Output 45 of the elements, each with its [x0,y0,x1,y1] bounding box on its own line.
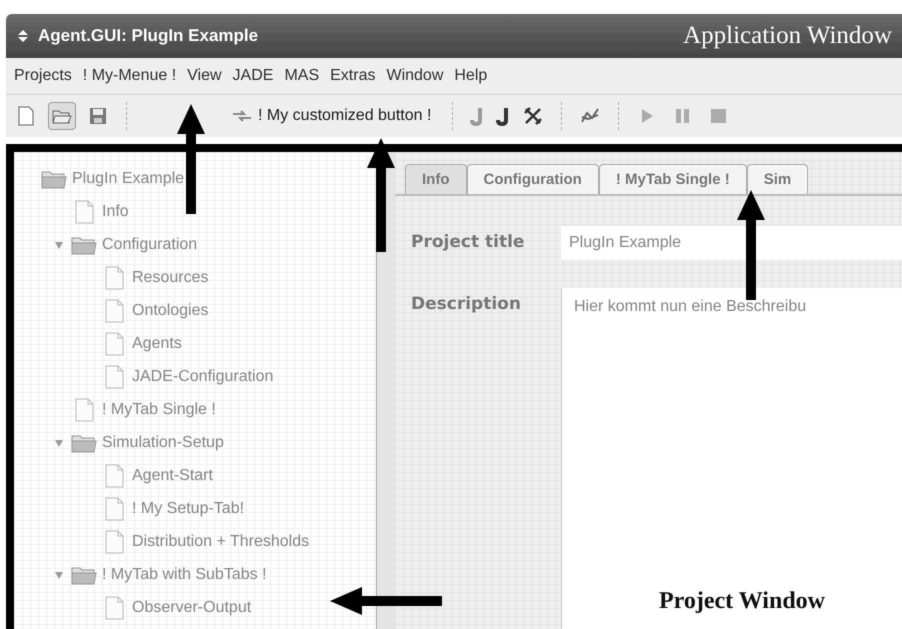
expand-toggle-icon[interactable] [54,438,64,448]
tab[interactable]: Info [405,164,466,194]
app-icon [16,29,30,43]
save-icon [87,105,109,127]
menu-item[interactable]: Extras [330,67,376,85]
description-text: Hier kommt nun eine Beschreibu [574,298,808,316]
field-label: Project title [411,231,526,254]
tree-item[interactable]: Ontologies [132,302,208,320]
swap-arrows-icon [232,109,252,123]
letter-j-icon [496,105,508,127]
expand-toggle-icon[interactable] [54,570,64,580]
tree-item[interactable]: ! MyTab Single ! [102,400,216,418]
annotation-label: Project Window [659,588,826,615]
tree-item[interactable]: ! My Setup-Tab! [132,500,244,518]
tab[interactable]: ! MyTab Single ! [598,164,747,194]
menu-item[interactable]: Projects [14,67,72,85]
menu-item[interactable]: Window [386,67,444,85]
tree-item[interactable]: JADE-Configuration [132,368,274,386]
menu-item[interactable]: View [187,67,222,85]
menu-item[interactable]: ! My-Menue ! [82,67,176,85]
tree-item[interactable]: Configuration [102,236,198,254]
tree-item[interactable]: Info [102,202,129,220]
tree-item[interactable]: Agents [132,334,182,352]
tree-item[interactable]: ! MyTab with SubTabs ! [102,566,267,584]
annotation-label: Application Window [683,22,892,50]
text-area[interactable]: Hier kommt nun eine Beschreibu Project Window [561,288,902,629]
tree-item[interactable]: Resources [132,268,208,286]
menu-item[interactable]: JADE [232,67,274,85]
tree-item[interactable]: Observer-Output [132,598,252,616]
input-field[interactable]: PlugIn Example [561,226,902,260]
tab[interactable]: Sim [746,164,808,194]
open-button[interactable] [48,102,76,130]
tree-item[interactable]: Distribution + Thresholds [132,532,310,550]
window-title: Agent.GUI: PlugIn Example [38,26,258,46]
tab[interactable]: Configuration [466,164,599,194]
tree-item[interactable]: Simulation-Setup [102,434,224,452]
letter-j-icon [470,105,482,127]
menu-item[interactable]: Help [454,67,488,85]
field-label: Description [411,293,522,316]
tree-item[interactable]: Agent-Start [132,466,213,484]
tools-icon [522,105,544,127]
tree-item[interactable]: PlugIn Example [72,170,184,188]
menu-item[interactable]: MAS [284,67,320,85]
expand-toggle-icon[interactable] [54,240,64,250]
custom-button[interactable]: ! My customized button ! [225,104,438,128]
